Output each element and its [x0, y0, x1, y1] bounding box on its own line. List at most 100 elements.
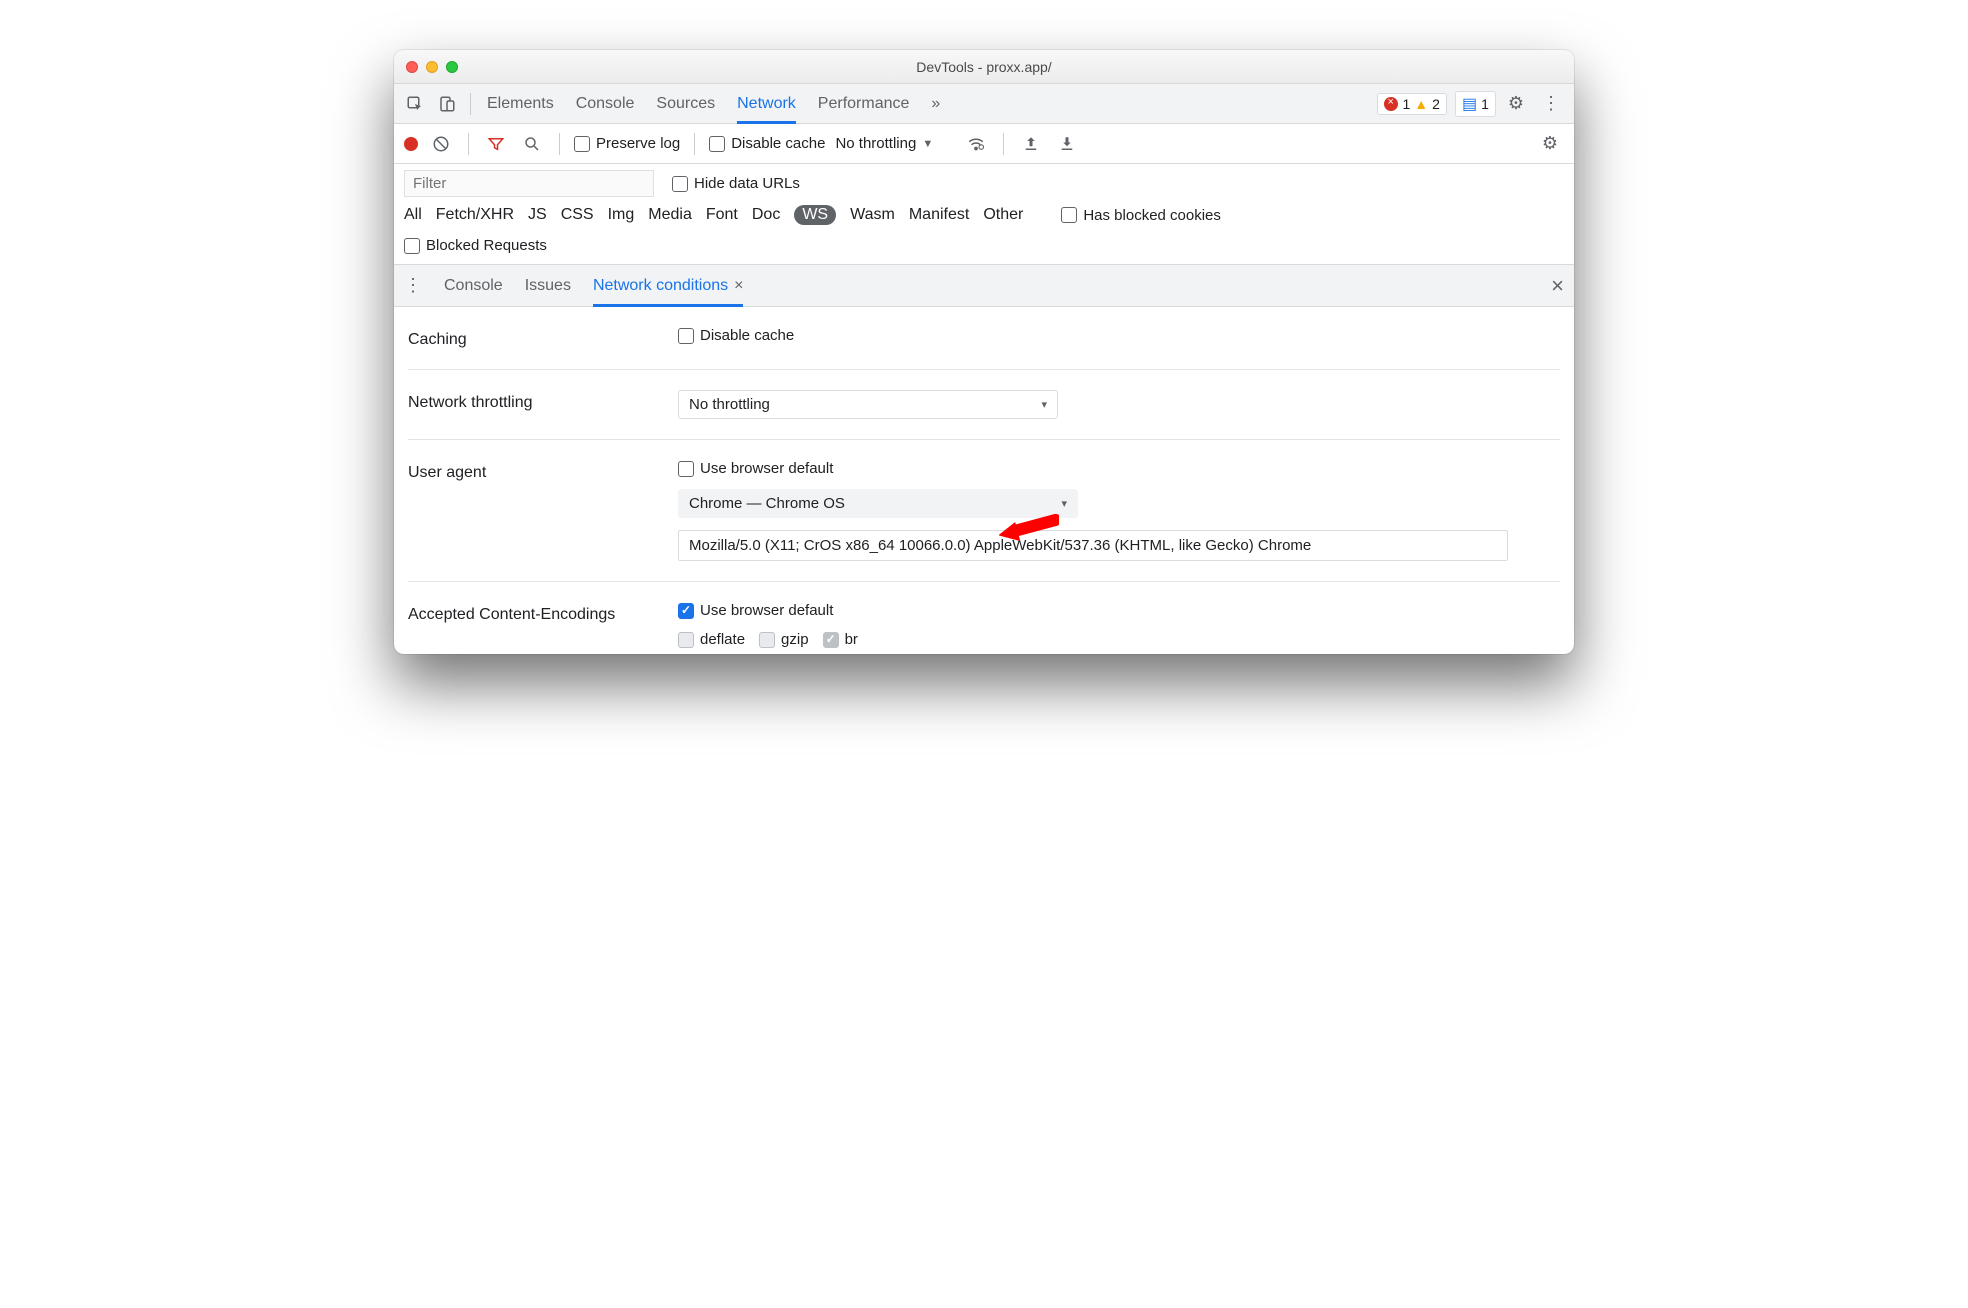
drawer-tab-issues[interactable]: Issues	[525, 265, 571, 306]
throttling-select[interactable]: No throttling ▾	[678, 390, 1058, 419]
drawer-tab-network-conditions[interactable]: Network conditions ×	[593, 266, 744, 307]
close-drawer-icon[interactable]: ×	[1551, 273, 1564, 299]
enc-gzip-label: gzip	[781, 631, 809, 648]
user-agent-row: User agent Use browser default Chrome — …	[408, 440, 1560, 582]
hide-data-urls-checkbox[interactable]: Hide data URLs	[672, 175, 800, 192]
checkbox-icon	[678, 603, 694, 619]
encodings-options: deflate gzip br	[678, 631, 858, 648]
kebab-icon[interactable]: ⋮	[1536, 93, 1566, 114]
ua-use-default-checkbox[interactable]: Use browser default	[678, 460, 833, 477]
panel-settings-icon[interactable]: ⚙	[1536, 133, 1564, 154]
blocked-requests-row: Blocked Requests	[394, 233, 1574, 265]
throttling-select[interactable]: No throttling ▼	[835, 135, 933, 152]
ua-string-input[interactable]	[678, 530, 1508, 561]
record-icon[interactable]	[404, 137, 418, 151]
enc-deflate-checkbox[interactable]: deflate	[678, 631, 745, 648]
caching-row: Caching Disable cache	[408, 307, 1560, 370]
tab-performance[interactable]: Performance	[818, 84, 910, 123]
blocked-requests-checkbox[interactable]: Blocked Requests	[404, 237, 1564, 254]
preserve-log-label: Preserve log	[596, 135, 680, 152]
error-count: 1	[1402, 96, 1410, 112]
pill-css[interactable]: CSS	[561, 206, 594, 224]
disable-cache-checkbox[interactable]: Disable cache	[709, 135, 825, 152]
tab-network[interactable]: Network	[737, 85, 796, 124]
pill-doc[interactable]: Doc	[752, 206, 780, 224]
drawer-kebab-icon[interactable]: ⋮	[404, 275, 422, 296]
divider	[694, 133, 695, 155]
pill-js[interactable]: JS	[528, 206, 547, 224]
user-agent-label: User agent	[408, 460, 658, 482]
request-type-filter: All Fetch/XHR JS CSS Img Media Font Doc …	[394, 197, 1574, 233]
warning-count: 2	[1432, 96, 1440, 112]
tab-overflow[interactable]: »	[931, 84, 940, 123]
upload-icon[interactable]	[1018, 131, 1044, 157]
checkbox-icon	[678, 632, 694, 648]
disable-cache-label: Disable cache	[731, 135, 825, 152]
pill-media[interactable]: Media	[648, 206, 692, 224]
checkbox-icon	[672, 176, 688, 192]
caching-label: Caching	[408, 327, 658, 349]
pill-other[interactable]: Other	[983, 206, 1023, 224]
pill-ws[interactable]: WS	[794, 205, 836, 225]
drawer-tabs: ⋮ Console Issues Network conditions × ×	[394, 265, 1574, 307]
wifi-settings-icon[interactable]	[963, 131, 989, 157]
search-icon[interactable]	[519, 131, 545, 157]
checkbox-icon	[678, 328, 694, 344]
filter-icon[interactable]	[483, 131, 509, 157]
caching-disable-cache-checkbox[interactable]: Disable cache	[678, 327, 794, 344]
enc-gzip-checkbox[interactable]: gzip	[759, 631, 809, 648]
preserve-log-checkbox[interactable]: Preserve log	[574, 135, 680, 152]
caret-down-icon: ▼	[922, 138, 933, 150]
ua-select[interactable]: Chrome — Chrome OS ▾	[678, 489, 1078, 518]
enc-use-default-label: Use browser default	[700, 602, 833, 619]
tab-sources[interactable]: Sources	[656, 84, 715, 123]
divider	[559, 133, 560, 155]
checkbox-icon	[1061, 207, 1077, 223]
clear-icon[interactable]	[428, 131, 454, 157]
checkbox-icon	[678, 461, 694, 477]
pill-fetch-xhr[interactable]: Fetch/XHR	[436, 206, 514, 224]
message-count: 1	[1481, 96, 1489, 112]
ua-select-value: Chrome — Chrome OS	[689, 495, 845, 512]
tab-console[interactable]: Console	[576, 84, 635, 123]
has-blocked-cookies-checkbox[interactable]: Has blocked cookies	[1061, 207, 1221, 224]
checkbox-icon	[709, 136, 725, 152]
inspect-icon[interactable]	[402, 91, 428, 117]
close-icon[interactable]	[406, 61, 418, 73]
encodings-label: Accepted Content-Encodings	[408, 602, 658, 624]
pill-manifest[interactable]: Manifest	[909, 206, 969, 224]
pill-font[interactable]: Font	[706, 206, 738, 224]
error-warning-badge[interactable]: 1 ▲ 2	[1377, 93, 1446, 115]
message-icon: ▤	[1462, 94, 1477, 114]
pill-img[interactable]: Img	[608, 206, 635, 224]
enc-br-checkbox[interactable]: br	[823, 631, 858, 648]
close-tab-icon[interactable]: ×	[734, 277, 743, 295]
warning-icon: ▲	[1414, 96, 1428, 112]
pill-all[interactable]: All	[404, 206, 422, 224]
settings-icon[interactable]: ⚙	[1502, 93, 1530, 114]
minimize-icon[interactable]	[426, 61, 438, 73]
divider	[1003, 133, 1004, 155]
messages-badge[interactable]: ▤ 1	[1455, 91, 1496, 117]
download-icon[interactable]	[1054, 131, 1080, 157]
drawer-tab-console[interactable]: Console	[444, 265, 503, 306]
maximize-icon[interactable]	[446, 61, 458, 73]
ua-use-default-label: Use browser default	[700, 460, 833, 477]
tab-elements[interactable]: Elements	[487, 84, 554, 123]
filter-row: Hide data URLs	[394, 164, 1574, 197]
device-toggle-icon[interactable]	[434, 91, 460, 117]
enc-br-label: br	[845, 631, 858, 648]
network-conditions-form: Caching Disable cache Network throttling…	[394, 307, 1574, 654]
checkbox-icon	[574, 136, 590, 152]
caret-down-icon: ▾	[1041, 398, 1047, 411]
enc-deflate-label: deflate	[700, 631, 745, 648]
pill-wasm[interactable]: Wasm	[850, 206, 895, 224]
divider	[468, 133, 469, 155]
blocked-requests-label: Blocked Requests	[426, 237, 547, 254]
titlebar: DevTools - proxx.app/	[394, 50, 1574, 84]
devtools-window: DevTools - proxx.app/ Elements Console S…	[394, 50, 1574, 654]
window-title: DevTools - proxx.app/	[394, 59, 1574, 75]
enc-use-default-checkbox[interactable]: Use browser default	[678, 602, 833, 619]
main-toolbar: Elements Console Sources Network Perform…	[394, 84, 1574, 124]
filter-input[interactable]	[404, 170, 654, 197]
